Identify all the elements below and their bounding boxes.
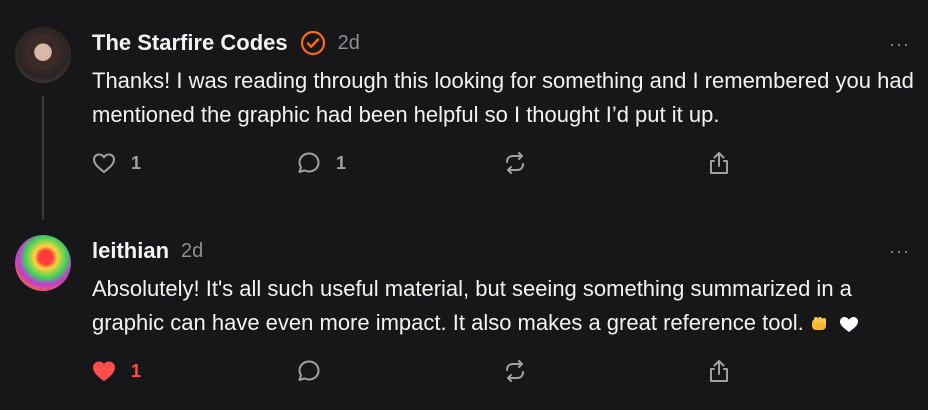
fist-emoji-icon xyxy=(811,317,826,331)
heart-icon xyxy=(93,361,115,381)
reply-button[interactable] xyxy=(296,358,322,384)
share-button[interactable] xyxy=(706,358,732,384)
repost-icon xyxy=(506,152,524,174)
action-bar: 1 xyxy=(0,358,928,386)
post-text: Thanks! I was reading through this looki… xyxy=(92,68,914,127)
author-name[interactable]: leithian xyxy=(92,238,169,264)
like-count: 1 xyxy=(131,152,142,173)
comment-icon xyxy=(298,360,320,381)
verified-icon xyxy=(300,30,325,56)
repost-icon xyxy=(506,360,524,382)
more-icon[interactable]: ··· xyxy=(889,241,910,262)
timestamp[interactable]: 2d xyxy=(181,240,203,263)
like-button[interactable]: 1 xyxy=(91,150,141,176)
reply-count: 1 xyxy=(336,152,347,173)
like-button[interactable]: 1 xyxy=(91,358,141,384)
timestamp[interactable]: 2d xyxy=(338,32,360,55)
avatar[interactable] xyxy=(15,235,71,291)
white-heart-icon xyxy=(839,317,858,333)
comment-icon xyxy=(298,152,320,173)
post-text-body: Absolutely! It's all such useful materia… xyxy=(92,276,852,335)
repost-button[interactable] xyxy=(502,358,528,384)
post-text: Absolutely! It's all such useful materia… xyxy=(92,272,922,340)
share-icon xyxy=(710,360,728,382)
like-count: 1 xyxy=(131,360,142,381)
avatar[interactable] xyxy=(15,27,71,83)
share-icon xyxy=(710,152,728,174)
author-name[interactable]: The Starfire Codes xyxy=(92,30,288,56)
post-header: The Starfire Codes 2d xyxy=(92,30,360,56)
repost-button[interactable] xyxy=(502,150,528,176)
action-bar: 1 1 xyxy=(0,150,928,178)
share-button[interactable] xyxy=(706,150,732,176)
reply-button[interactable]: 1 xyxy=(296,150,346,176)
post-header: leithian 2d xyxy=(92,238,203,264)
more-icon[interactable]: ··· xyxy=(889,34,910,55)
heart-icon xyxy=(93,153,115,173)
